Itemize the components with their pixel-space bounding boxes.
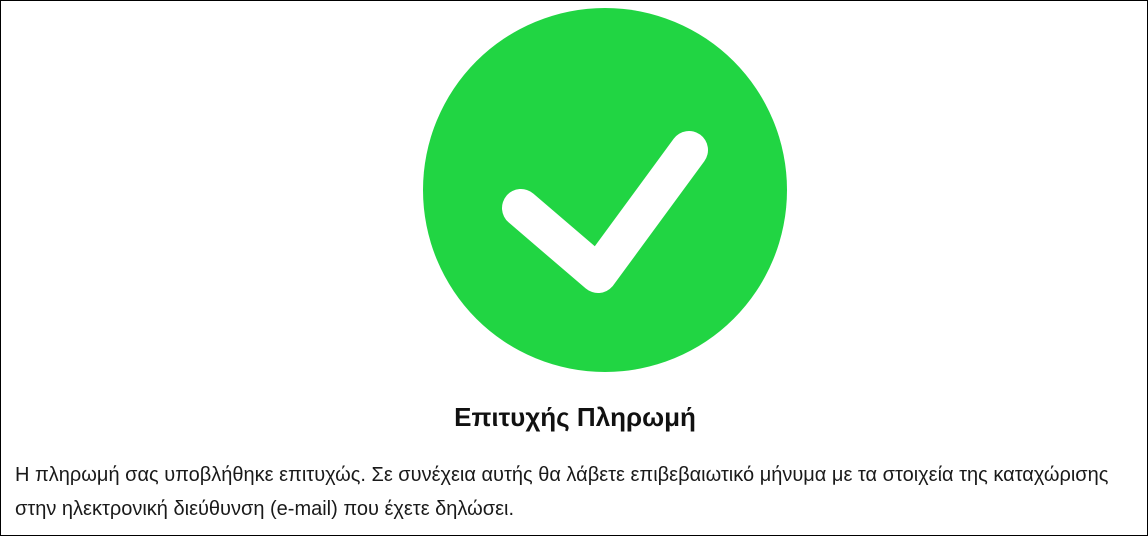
check-circle-icon [423, 8, 787, 372]
payment-result-panel: Επιτυχής Πληρωμή Η πληρωμή σας υποβλήθηκ… [0, 0, 1148, 536]
success-title: Επιτυχής Πληρωμή [454, 402, 696, 432]
success-message: Η πληρωμή σας υποβλήθηκε επιτυχώς. Σε συ… [15, 464, 1109, 520]
